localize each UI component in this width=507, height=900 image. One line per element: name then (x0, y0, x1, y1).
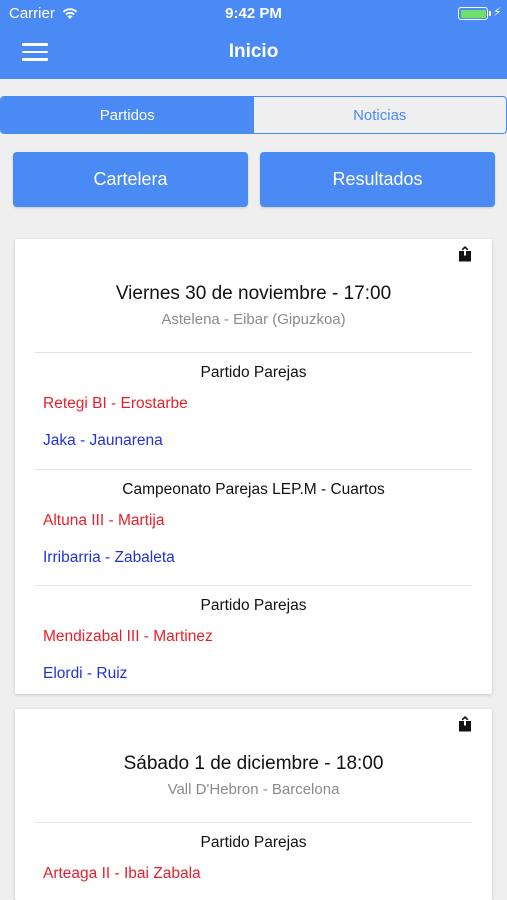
segmented-control: Partidos Noticias (0, 96, 507, 134)
page-title: Inicio (228, 41, 279, 62)
team-blue[interactable]: Elordi - Ruiz (43, 665, 127, 683)
match-title: Partido Parejas (200, 364, 307, 381)
cartelera-button[interactable]: Cartelera (13, 152, 248, 207)
divider (35, 469, 472, 470)
match-title: Partido Parejas (200, 597, 307, 614)
team-blue[interactable]: Irribarria - Zabaleta (43, 549, 175, 567)
clock: 9:42 PM (225, 5, 282, 22)
event-card: Sábado 1 de diciembre - 18:00 Vall D'Heb… (15, 709, 492, 900)
navigation-bar: Inicio (0, 28, 507, 79)
match-title: Partido Parejas (200, 834, 307, 851)
event-venue: Astelena - Eibar (Gipuzkoa) (161, 311, 346, 328)
charging-icon: ⚡ (493, 5, 502, 19)
share-icon[interactable] (458, 246, 472, 262)
event-date: Viernes 30 de noviembre - 17:00 (115, 283, 392, 304)
status-bar: Carrier 9:42 PM ⚡ (0, 0, 507, 28)
battery-icon (458, 7, 488, 20)
divider (35, 352, 472, 353)
event-venue: Vall D'Hebron - Barcelona (167, 781, 340, 798)
event-card: Viernes 30 de noviembre - 17:00 Astelena… (15, 239, 492, 694)
divider (35, 822, 472, 823)
event-date: Sábado 1 de diciembre - 18:00 (123, 753, 384, 774)
tab-partidos[interactable]: Partidos (1, 97, 254, 133)
team-red[interactable]: Altuna III - Martija (43, 512, 164, 530)
team-blue[interactable]: Jaka - Jaunarena (43, 432, 163, 450)
divider (35, 585, 472, 586)
battery-tip (489, 11, 491, 16)
team-red[interactable]: Mendizabal III - Martinez (43, 628, 213, 646)
match-title: Campeonato Parejas LEP.M - Cuartos (122, 481, 385, 498)
team-red[interactable]: Retegi BI - Erostarbe (43, 395, 188, 413)
tab-noticias[interactable]: Noticias (254, 97, 507, 133)
team-red[interactable]: Arteaga II - Ibai Zabala (43, 865, 201, 883)
share-icon[interactable] (458, 716, 472, 732)
resultados-button[interactable]: Resultados (260, 152, 495, 207)
